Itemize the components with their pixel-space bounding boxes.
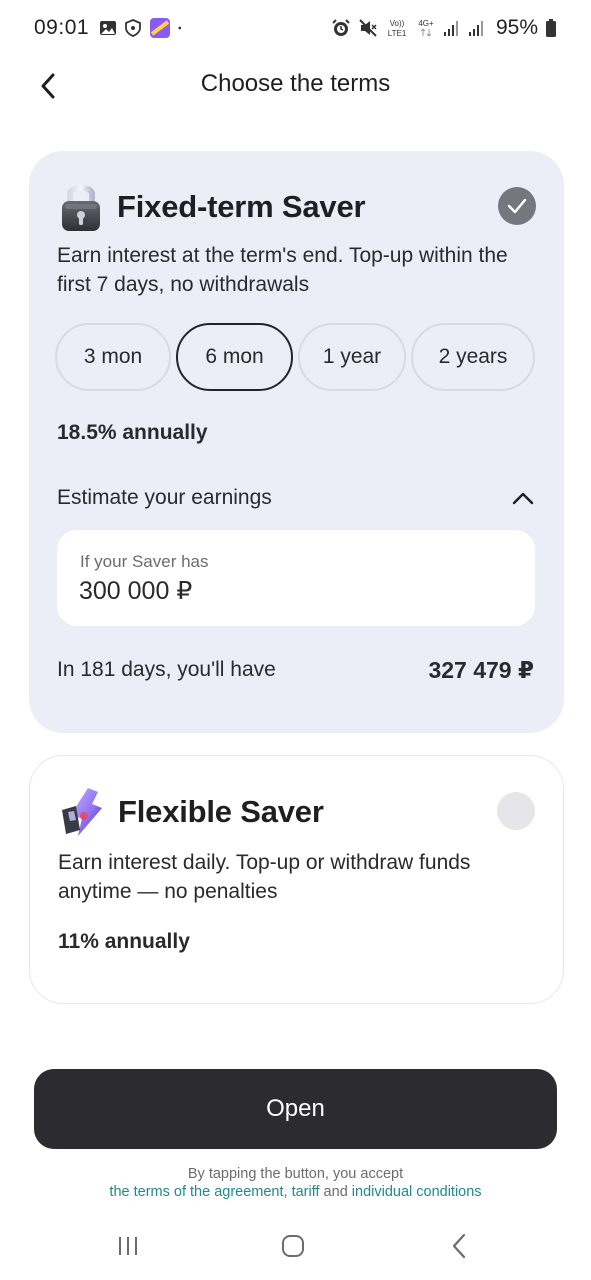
estimate-label: Estimate your earnings bbox=[57, 486, 272, 509]
legal-line2: the terms of the agreement, tariff and i… bbox=[0, 1183, 591, 1201]
estimate-toggle[interactable]: Estimate your earnings bbox=[57, 481, 534, 515]
recents-button[interactable] bbox=[106, 1230, 150, 1262]
flexible-saver-rate: 11% annually bbox=[58, 930, 190, 953]
tariff-link[interactable]: tariff bbox=[292, 1184, 320, 1200]
result-row: In 181 days, you'll have 327 479 ₽ bbox=[57, 653, 534, 687]
term-option-1-year[interactable]: 1 year bbox=[298, 323, 406, 391]
term-option-3-mon[interactable]: 3 mon bbox=[55, 323, 171, 391]
home-icon bbox=[282, 1235, 304, 1257]
page-title: Choose the terms bbox=[200, 70, 391, 97]
system-back-button[interactable] bbox=[437, 1230, 481, 1262]
fixed-saver-description: Earn interest at the term's end. Top-up … bbox=[57, 244, 508, 296]
term-selector: 3 mon 6 mon 1 year 2 years bbox=[55, 323, 535, 391]
legal-separator: , bbox=[283, 1184, 292, 1200]
legal-separator: and bbox=[319, 1184, 352, 1200]
flexible-saver-card[interactable]: Flexible Saver Earn interest daily. Top-… bbox=[29, 755, 564, 1004]
padlock-icon bbox=[57, 181, 105, 233]
signal-icon bbox=[443, 21, 458, 36]
svg-text:Vo)): Vo)) bbox=[390, 19, 405, 28]
individual-conditions-link[interactable]: individual conditions bbox=[352, 1184, 482, 1200]
4g-icon: 4G+ bbox=[418, 19, 434, 37]
term-option-2-years[interactable]: 2 years bbox=[411, 323, 535, 391]
term-option-6-mon[interactable]: 6 mon bbox=[176, 323, 293, 391]
volte-icon: Vo))LTE1 bbox=[388, 19, 407, 38]
alarm-icon bbox=[332, 19, 350, 36]
svg-text:LTE1: LTE1 bbox=[388, 29, 407, 38]
system-nav-bar bbox=[0, 1218, 591, 1280]
result-label: In 181 days, you'll have bbox=[57, 658, 276, 681]
back-icon bbox=[452, 1233, 466, 1259]
flexible-saver-header: Flexible Saver bbox=[58, 786, 535, 838]
status-icons-left bbox=[99, 17, 186, 39]
fixed-saver-rate: 18.5% annually bbox=[57, 421, 208, 444]
app-icon bbox=[150, 18, 171, 38]
fixed-saver-radio[interactable] bbox=[498, 187, 536, 225]
recents-icon bbox=[119, 1237, 137, 1255]
agreement-terms-link[interactable]: the terms of the agreement bbox=[109, 1184, 283, 1200]
amount-value: 300 000 ₽ bbox=[79, 577, 193, 605]
flexible-saver-description: Earn interest daily. Top-up or withdraw … bbox=[58, 851, 471, 903]
flexible-saver-radio[interactable] bbox=[497, 792, 535, 830]
status-time: 09:01 bbox=[34, 16, 90, 39]
status-icons-right: Vo)) LTE1 4G+ 95% bbox=[331, 0, 557, 56]
battery-percent: 95% bbox=[495, 16, 538, 39]
svg-text:4G+: 4G+ bbox=[418, 19, 434, 28]
bolt-icon bbox=[58, 786, 106, 838]
fixed-saver-card[interactable]: Fixed-term Saver Earn interest at the te… bbox=[29, 151, 564, 733]
open-button[interactable]: Open bbox=[34, 1069, 557, 1149]
status-bar: 09:01 Vo)) LTE1 4G+ 95% bbox=[0, 0, 591, 56]
chevron-up-icon bbox=[512, 492, 534, 505]
signal-icon bbox=[468, 21, 483, 36]
result-value: 327 479 ₽ bbox=[428, 656, 534, 683]
flexible-saver-title: Flexible Saver bbox=[118, 794, 324, 829]
amount-input[interactable]: If your Saver has 300 000 ₽ bbox=[57, 530, 535, 626]
legal-line1: By tapping the button, you accept bbox=[187, 1166, 404, 1182]
mute-icon bbox=[359, 19, 377, 37]
battery-icon bbox=[546, 19, 556, 37]
shield-icon bbox=[125, 19, 141, 37]
header: Choose the terms bbox=[0, 60, 591, 112]
home-button[interactable] bbox=[271, 1230, 315, 1262]
checkmark-icon bbox=[507, 198, 527, 214]
dot-icon bbox=[178, 26, 182, 30]
gallery-icon bbox=[100, 21, 117, 35]
fixed-saver-header: Fixed-term Saver bbox=[57, 181, 536, 233]
amount-caption: If your Saver has bbox=[80, 552, 209, 571]
fixed-saver-title: Fixed-term Saver bbox=[117, 189, 366, 224]
legal-text: By tapping the button, you accept the te… bbox=[0, 1165, 591, 1201]
